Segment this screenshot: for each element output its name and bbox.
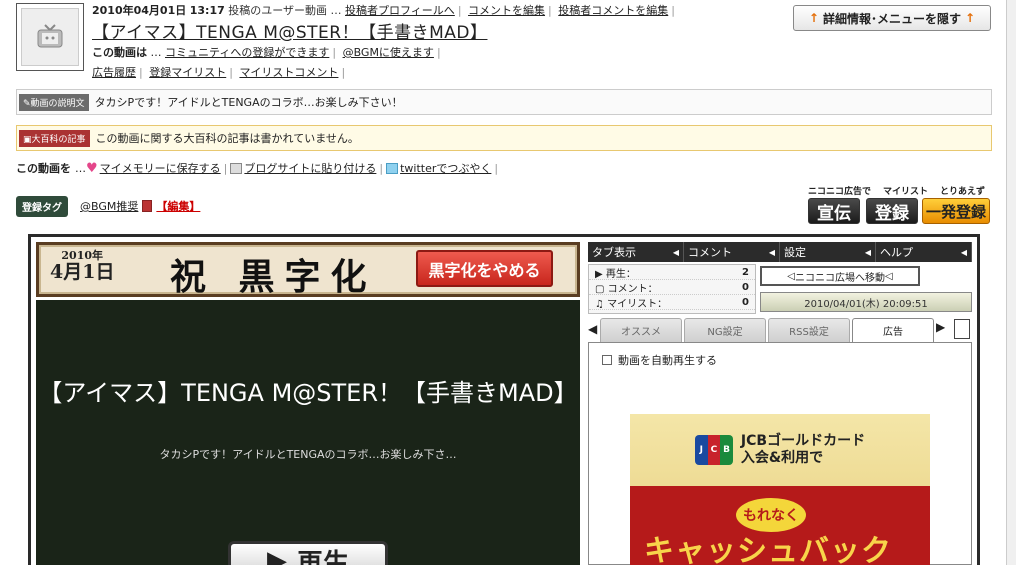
hide-details-label: 詳細情報･メニューを隠す	[822, 11, 961, 26]
info-label: この動画は	[92, 46, 147, 59]
blog-icon	[230, 162, 243, 174]
play-icon: ▶	[266, 546, 287, 565]
video-screen[interactable]	[36, 300, 580, 565]
tab-settings[interactable]: 設定 ◀	[780, 242, 876, 262]
tab-help[interactable]: ヘルプ ◀	[876, 242, 972, 262]
post-kind: 投稿のユーザー動画	[228, 4, 328, 17]
page-scrollbar[interactable]	[1006, 0, 1016, 565]
dictionary-label[interactable]: ▣大百科の記事	[19, 129, 90, 147]
bgm-link[interactable]: @BGMに使えます	[343, 46, 434, 59]
panel-menu-icon[interactable]	[954, 319, 970, 339]
post-date: 2010年04月01日	[92, 4, 187, 17]
advertise-button[interactable]: 宣伝	[808, 198, 860, 224]
caret-left-icon: ◀	[864, 247, 871, 257]
player-tabbar: タブ表示 ◀ コメント ◀ 設定 ◀ ヘルプ ◀	[588, 242, 972, 262]
tab-display[interactable]: タブ表示 ◀	[588, 242, 684, 262]
tag-list: @BGM推奨 【編集】	[80, 198, 200, 214]
description-bar: ✎動画の説明文 タカシPです！アイドルとTENGAのコラボ…お楽しみ下さい！	[16, 89, 992, 115]
stat-mylists: ♫ マイリスト： 0	[589, 295, 755, 310]
tag-item[interactable]: @BGM推奨	[80, 198, 138, 214]
banner-headline: 祝 黒字化	[170, 256, 377, 298]
hide-details-button[interactable]: ↑ 詳細情報･メニューを隠す ↑	[793, 5, 991, 31]
jcb-text: JCBゴールドカード 入会&利用で	[740, 433, 866, 466]
edit-comment-link[interactable]: コメントを編集	[468, 4, 545, 17]
subtab-recommend[interactable]: オススメ	[600, 318, 682, 342]
stat-views: ▶ 再生： 2	[589, 265, 755, 280]
video-meta: 2010年04月01日 13:17 投稿のユーザー動画 … 投稿者プロフィールへ…	[92, 4, 675, 17]
subtab-ng[interactable]: NG設定	[684, 318, 766, 342]
up-arrow-icon: ↑	[965, 11, 976, 25]
video-links: 広告履歴 | 登録マイリスト | マイリストコメント |	[92, 66, 346, 79]
label-mylist: マイリスト	[883, 187, 929, 197]
twitter-icon	[386, 162, 399, 174]
subtab-rss[interactable]: RSS設定	[768, 318, 850, 342]
plaza-button[interactable]: ◁ ニコニコ広場へ移動 ◁	[760, 266, 920, 286]
play-label: 再生	[296, 548, 349, 565]
post-time: 13:17	[189, 4, 225, 17]
stop-profit-button[interactable]: 黒字化をやめる	[416, 250, 553, 287]
stats-box: ▶ 再生： 2 ▢ コメント： 0 ♫ マイリスト： 0	[588, 264, 756, 314]
play-button[interactable]: ▶ 再生	[228, 541, 388, 565]
up-arrow-icon: ↑	[808, 11, 819, 25]
save-memory-link[interactable]: マイメモリーに保存する	[100, 160, 221, 176]
caret-left-icon: ◀	[768, 247, 775, 257]
description-label: ✎動画の説明文	[19, 93, 89, 111]
jcb-header: J C B JCBゴールドカード 入会&利用で	[630, 414, 930, 486]
ellipsis: …	[330, 4, 342, 17]
video-title[interactable]: 【アイマス】TENGA M@STER！【手書きMAD】	[92, 18, 487, 43]
panel-subtabs: オススメ NG設定 RSS設定 広告	[588, 318, 972, 342]
screen-title: 【アイマス】TENGA M@STER！【手書きMAD】	[38, 379, 578, 407]
tag-edit-link[interactable]: 【編集】	[156, 198, 200, 214]
twitter-link[interactable]: twitterでつぶやく	[400, 160, 491, 176]
ad-history-link[interactable]: 広告履歴	[92, 66, 136, 79]
ellipsis: …	[75, 161, 86, 175]
subtab-ad[interactable]: 広告	[852, 318, 934, 342]
dictionary-icon[interactable]	[142, 200, 153, 212]
current-datetime: 2010/04/01(木) 20:09:51	[760, 292, 972, 312]
ad-button-labels: ニコニコ広告で マイリスト とりあえず	[808, 184, 985, 197]
tv-icon	[21, 8, 79, 66]
share-label: この動画を	[16, 162, 71, 175]
arrow-right-icon[interactable]: ▶	[936, 320, 945, 334]
caret-left-icon: ◀	[960, 247, 967, 257]
label-ad: ニコニコ広告で	[808, 187, 872, 197]
autoplay-checkbox[interactable]	[602, 355, 612, 365]
banner-date: 2010年 4月1日	[50, 249, 115, 284]
label-quick: とりあえず	[940, 187, 986, 197]
mylist-registered-link[interactable]: 登録マイリスト	[149, 66, 226, 79]
profile-link[interactable]: 投稿者プロフィールへ	[345, 4, 455, 17]
tab-comment[interactable]: コメント ◀	[684, 242, 780, 262]
tags-label: 登録タグ	[16, 196, 68, 217]
dictionary-text: この動画に関する大百科の記事は書かれていません。	[95, 132, 359, 145]
heart-icon: ♥	[86, 160, 98, 176]
jcb-logo: J C B	[694, 435, 733, 465]
caret-left-icon: ◀	[672, 247, 679, 257]
stat-comments: ▢ コメント： 0	[589, 280, 755, 295]
mylist-register-button[interactable]: 登録	[866, 198, 918, 224]
video-info: この動画は … コミュニティへの登録ができます | @BGMに使えます |	[92, 46, 441, 59]
jcb-cashback: キャッシュバック	[644, 534, 892, 565]
mylist-comment-link[interactable]: マイリストコメント	[239, 66, 338, 79]
description-text: タカシPです！アイドルとTENGAのコラボ…お楽しみ下さい！	[94, 96, 403, 109]
ellipsis: …	[150, 46, 162, 59]
community-link[interactable]: コミュニティへの登録ができます	[165, 46, 329, 59]
jcb-advertisement[interactable]: J C B JCBゴールドカード 入会&利用で もれなく キャッシュバック	[630, 414, 930, 565]
share-bar: この動画を … ♥ マイメモリーに保存する | ブログサイトに貼り付ける | twi…	[16, 160, 499, 176]
edit-uploader-comment-link[interactable]: 投稿者コメントを編集	[558, 4, 668, 17]
quick-register-button[interactable]: 一発登録	[922, 198, 990, 224]
blog-paste-link[interactable]: ブログサイトに貼り付ける	[244, 160, 376, 176]
banner-day: 4月1日	[50, 261, 115, 284]
autoplay-option[interactable]: 動画を自動再生する	[602, 352, 717, 368]
video-thumbnail[interactable]	[16, 3, 84, 71]
dictionary-bar: ▣大百科の記事 この動画に関する大百科の記事は書かれていません。	[16, 125, 992, 151]
screen-description: タカシPです！アイドルとTENGAのコラボ…お楽しみ下さ…	[159, 448, 457, 461]
autoplay-label: 動画を自動再生する	[618, 354, 717, 367]
